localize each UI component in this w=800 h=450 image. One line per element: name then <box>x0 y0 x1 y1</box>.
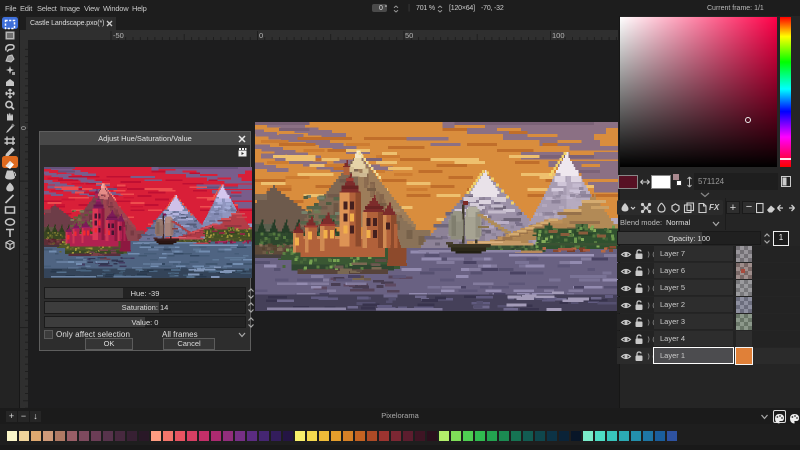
svg-text:100: 100 <box>552 31 565 40</box>
svg-text:0: 0 <box>259 31 263 40</box>
svg-text:0: 0 <box>21 126 28 130</box>
svg-text:50: 50 <box>405 31 413 40</box>
svg-text:-50: -50 <box>113 31 124 40</box>
